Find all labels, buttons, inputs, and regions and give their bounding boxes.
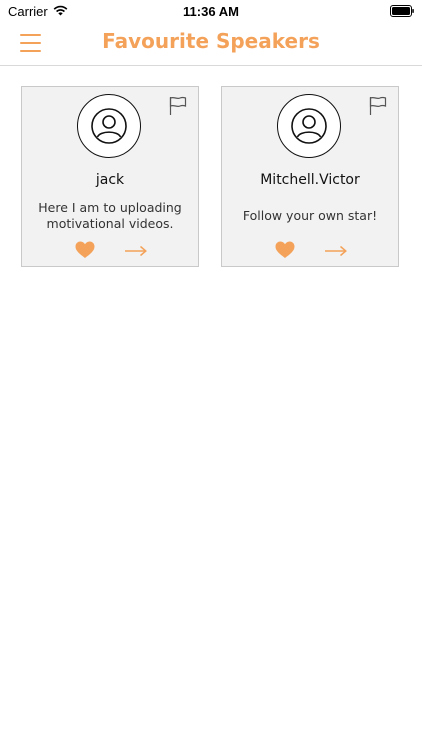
flag-icon[interactable] [369, 96, 387, 116]
nav-bar: Favourite Speakers [0, 22, 422, 66]
speaker-bio: Follow your own star! [242, 208, 378, 223]
avatar [77, 94, 141, 158]
clock: 11:36 AM [183, 4, 239, 19]
page-title: Favourite Speakers [102, 29, 320, 53]
arrow-right-icon[interactable] [125, 245, 147, 257]
speaker-name: Mitchell.Victor [260, 172, 360, 188]
speaker-card[interactable]: Mitchell.Victor Follow your own star! [221, 86, 399, 267]
arrow-right-icon[interactable] [325, 245, 347, 257]
battery-icon [390, 5, 414, 17]
status-bar: Carrier 11:36 AM [0, 0, 422, 22]
user-icon [291, 108, 327, 144]
speaker-bio: Here I am to uploading motivational vide… [38, 200, 182, 231]
heart-icon[interactable] [75, 241, 95, 259]
user-icon [91, 108, 127, 144]
heart-icon[interactable] [275, 241, 295, 259]
avatar [277, 94, 341, 158]
flag-icon[interactable] [169, 96, 187, 116]
speaker-card[interactable]: jack Here I am to uploading motivational… [21, 86, 199, 267]
speaker-name: jack [95, 172, 125, 188]
